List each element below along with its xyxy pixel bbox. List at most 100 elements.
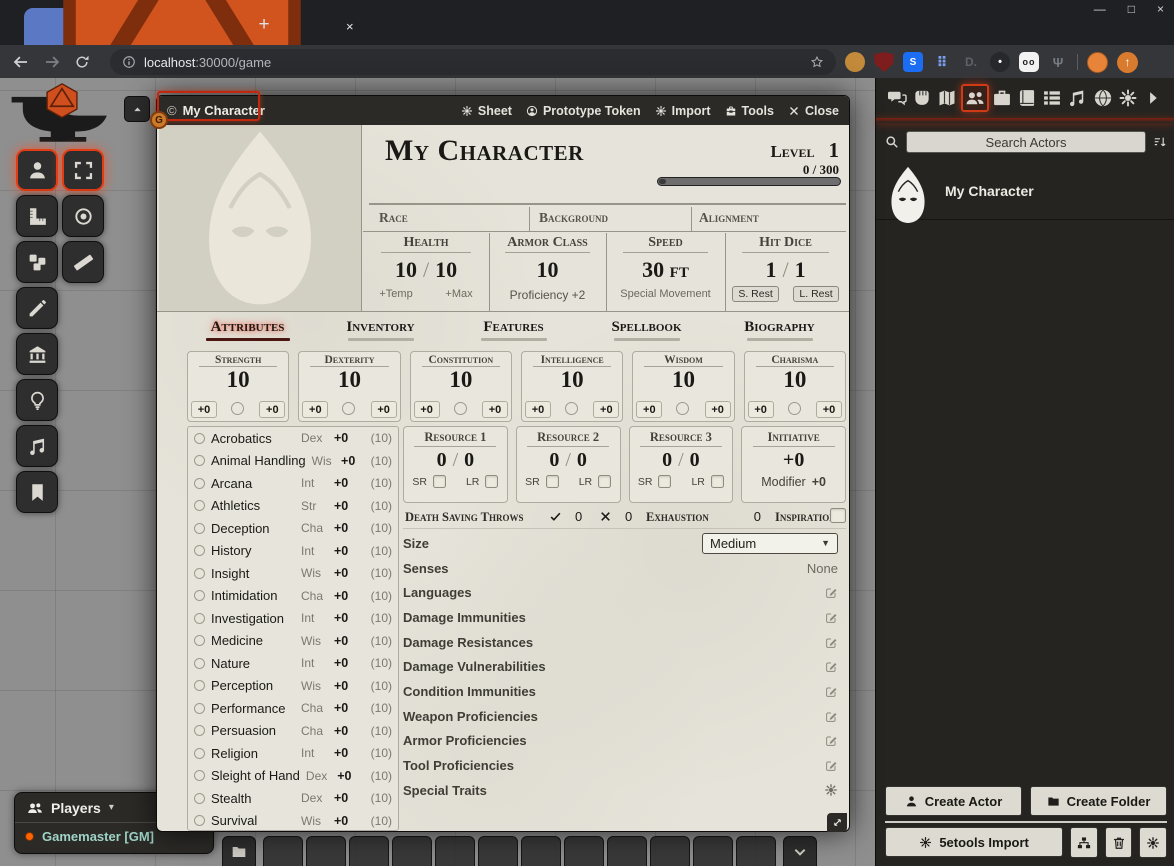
extension-cookie-icon[interactable] (845, 52, 865, 72)
ability-save-mod[interactable]: +0 (525, 401, 551, 418)
tool-drawings-button[interactable] (16, 287, 58, 329)
ability-check-mod[interactable]: +0 (371, 401, 397, 418)
maximize-button[interactable]: □ (1128, 2, 1135, 16)
proficiency-radio[interactable] (194, 658, 205, 669)
delete-button[interactable] (1105, 827, 1133, 858)
tool-tiles-button[interactable] (16, 241, 58, 283)
resource-current[interactable]: 0 (437, 449, 447, 471)
resource-max[interactable]: 0 (690, 449, 700, 471)
sidebar-tab-settings[interactable] (1116, 86, 1140, 110)
skill-row-sleight-of-hand[interactable]: Sleight of HandDex+0(10) (188, 765, 398, 788)
window-sheet-button[interactable]: Sheet (461, 104, 512, 118)
death-save-failures[interactable]: 0 (625, 509, 632, 524)
tool-lighting-button[interactable] (16, 379, 58, 421)
skill-row-survival[interactable]: SurvivalWis+0(10) (188, 810, 398, 832)
macro-slot[interactable] (263, 836, 303, 866)
hp-max[interactable]: 10 (435, 257, 457, 282)
character-sheet-window[interactable]: © My Character SheetPrototype TokenImpor… (156, 95, 850, 832)
resource-current[interactable]: 0 (549, 449, 559, 471)
character-name[interactable]: My Character (385, 134, 584, 168)
macro-slot[interactable] (607, 836, 647, 866)
skill-row-stealth[interactable]: StealthDex+0(10) (188, 787, 398, 810)
ability-check-mod[interactable]: +0 (259, 401, 285, 418)
back-icon[interactable] (12, 53, 30, 71)
scene-nav-collapse-button[interactable] (124, 96, 150, 122)
update-browser-button[interactable]: ↑ (1117, 52, 1138, 73)
tab-features[interactable]: Features (447, 317, 580, 347)
resource-3-card[interactable]: Resource 30/0SRLR (629, 426, 734, 503)
exhaustion-value[interactable]: 0 (733, 509, 761, 524)
hp-current[interactable]: 10 (395, 257, 417, 282)
short-rest-button[interactable]: S. Rest (732, 286, 778, 302)
trait-row-tool-proficiencies[interactable]: Tool Proficiencies (403, 753, 846, 778)
sidebar-tab-compendium[interactable] (1091, 86, 1115, 110)
proficiency-radio[interactable] (194, 793, 205, 804)
proficiency-radio[interactable] (194, 635, 205, 646)
resource-max[interactable]: 0 (577, 449, 587, 471)
close-window-button[interactable]: × (1157, 2, 1164, 16)
ability-dexterity[interactable]: Dexterity10+0+0 (298, 351, 400, 422)
proficiency-radio[interactable] (788, 402, 801, 415)
macro-slot[interactable] (435, 836, 475, 866)
sidebar-tab-chat[interactable] (885, 86, 909, 110)
actor-list-item[interactable]: My Character (876, 162, 1174, 220)
tab-attributes[interactable]: Attributes (181, 317, 314, 347)
ability-check-mod[interactable]: +0 (705, 401, 731, 418)
tool-notes-button[interactable] (16, 471, 58, 513)
ability-save-mod[interactable]: +0 (414, 401, 440, 418)
macro-folder-button[interactable] (222, 836, 256, 866)
ability-save-mod[interactable]: +0 (302, 401, 328, 418)
trait-row-damage-resistances[interactable]: Damage Resistances (403, 630, 846, 655)
lr-checkbox[interactable] (711, 475, 724, 488)
tool-sounds-button[interactable] (16, 425, 58, 467)
proficiency-radio[interactable] (194, 545, 205, 556)
modifier-value[interactable]: +0 (812, 475, 826, 489)
resource-max[interactable]: 0 (464, 449, 474, 471)
ability-save-mod[interactable]: +0 (636, 401, 662, 418)
resize-handle[interactable] (827, 813, 847, 832)
ability-score[interactable]: 10 (633, 367, 733, 392)
health-value[interactable]: 10/10 (363, 257, 489, 283)
bookmark-star-icon[interactable] (810, 55, 824, 69)
edit-icon[interactable] (825, 734, 838, 747)
create-folder-button[interactable]: Create Folder (1030, 786, 1167, 816)
sr-checkbox[interactable] (433, 475, 446, 488)
skill-row-insight[interactable]: InsightWis+0(10) (188, 562, 398, 585)
proficiency-radio[interactable] (194, 523, 205, 534)
tool-ruler-button[interactable] (62, 241, 104, 283)
ability-check-mod[interactable]: +0 (593, 401, 619, 418)
edit-icon[interactable] (825, 685, 838, 698)
skill-row-athletics[interactable]: AthleticsStr+0(10) (188, 495, 398, 518)
window-close-button[interactable]: Close (788, 104, 839, 118)
resource-1-card[interactable]: Resource 10/0SRLR (403, 426, 508, 503)
temp-hp-field[interactable]: +Temp (379, 288, 412, 300)
profile-avatar[interactable] (1087, 52, 1108, 73)
address-bar[interactable]: localhost:30000/game (110, 49, 836, 75)
ability-check-mod[interactable]: +0 (816, 401, 842, 418)
tool-target-button[interactable] (62, 195, 104, 237)
skill-row-persuasion[interactable]: PersuasionCha+0(10) (188, 720, 398, 743)
size-select[interactable]: Medium▼ (702, 533, 838, 554)
ability-intelligence[interactable]: Intelligence10+0+0 (521, 351, 623, 422)
minimize-button[interactable]: — (1094, 2, 1106, 16)
extension-darkreader-icon[interactable]: D. (961, 52, 981, 72)
race-field[interactable]: Race (379, 210, 408, 226)
initiative-card[interactable]: Initiative+0Modifier+0 (741, 426, 846, 503)
browser-tab[interactable]: Foundry Virtual Tabletop • A Stan × (24, 8, 240, 45)
sidebar-tab-collapse[interactable] (1141, 86, 1165, 110)
skill-row-deception[interactable]: DeceptionCha+0(10) (188, 517, 398, 540)
alignment-field[interactable]: Alignment (699, 210, 759, 226)
proficiency-radio[interactable] (194, 703, 205, 714)
ability-save-mod[interactable]: +0 (191, 401, 217, 418)
hit-dice-max[interactable]: 1 (795, 257, 806, 282)
temp-max-hp-field[interactable]: +Max (445, 288, 472, 300)
macro-slot[interactable] (349, 836, 389, 866)
hit-dice-current[interactable]: 1 (765, 257, 776, 282)
extension-shortcuts-icon[interactable]: S (903, 52, 923, 72)
macro-slot[interactable] (478, 836, 518, 866)
trait-row-special-traits[interactable]: Special Traits (403, 778, 846, 803)
skill-row-history[interactable]: HistoryInt+0(10) (188, 540, 398, 563)
macro-slot[interactable] (392, 836, 432, 866)
proficiency-radio[interactable] (565, 402, 578, 415)
search-input[interactable] (906, 131, 1146, 153)
